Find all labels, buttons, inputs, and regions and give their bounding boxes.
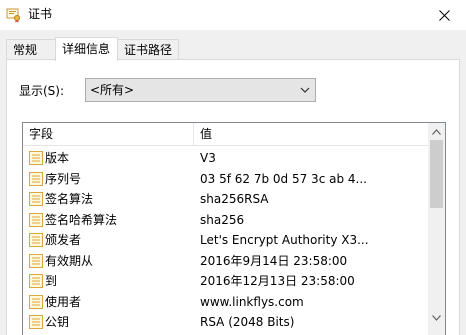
certificate-window: 证书 常规 详细信息 证书路径 显示(S): <所有> 字段 值 版本 V3 序… — [0, 0, 466, 335]
field-name: 版本 — [45, 151, 70, 165]
scroll-up-button[interactable] — [428, 123, 445, 140]
list-item[interactable]: 版本 V3 — [23, 148, 429, 169]
vertical-scrollbar[interactable] — [428, 123, 445, 335]
field-icon — [29, 253, 43, 268]
tab-details[interactable]: 详细信息 — [55, 37, 118, 61]
list-item[interactable]: 序列号 03 5f 62 7b 0d 57 3c ab 4... — [23, 169, 429, 190]
field-value: Let's Encrypt Authority X3... — [200, 233, 369, 247]
tab-general[interactable]: 常规 — [6, 39, 56, 59]
list-item[interactable]: 签名算法 sha256RSA — [23, 189, 429, 210]
certificate-icon — [6, 8, 20, 23]
list-header: 字段 值 — [23, 123, 429, 146]
field-name: 签名算法 — [45, 192, 94, 206]
field-icon — [29, 274, 43, 288]
list-rows: 版本 V3 序列号 03 5f 62 7b 0d 57 3c ab 4... 签… — [23, 148, 429, 333]
details-panel: 显示(S): <所有> 字段 值 版本 V3 序列号 03 5f 62 7b 0… — [6, 59, 460, 335]
show-label: 显示(S): — [19, 84, 65, 98]
field-value: V3 — [200, 151, 216, 165]
close-button[interactable] — [422, 0, 466, 30]
list-item[interactable]: 使用者 www.linkflys.com — [23, 292, 429, 313]
field-name: 签名哈希算法 — [45, 212, 118, 227]
field-name: 颁发者 — [45, 233, 82, 247]
list-item[interactable]: 签名哈希算法 sha256 — [23, 210, 429, 231]
field-value: sha256RSA — [200, 192, 269, 206]
field-value: www.linkflys.com — [200, 294, 304, 309]
list-item[interactable]: 到 2016年12月13日 23:58:00 — [23, 271, 429, 292]
field-name: 到 — [45, 274, 58, 288]
field-icon — [29, 171, 43, 186]
field-name: 序列号 — [45, 171, 82, 186]
close-icon — [438, 9, 450, 21]
tab-certification-path[interactable]: 证书路径 — [117, 39, 179, 59]
field-value: sha256 — [200, 212, 245, 227]
arrow-up-icon — [432, 128, 441, 135]
field-icon — [29, 212, 43, 227]
field-value: RSA (2048 Bits) — [200, 315, 295, 329]
dialog-body: 常规 详细信息 证书路径 显示(S): <所有> 字段 值 版本 V3 序列号 … — [0, 30, 466, 335]
field-icon — [29, 294, 43, 309]
column-header-field[interactable]: 字段 — [23, 123, 194, 145]
field-icon — [29, 151, 43, 165]
list-item[interactable]: 公钥 RSA (2048 Bits) — [23, 312, 429, 333]
field-icon — [29, 233, 43, 247]
scroll-down-button[interactable] — [428, 309, 445, 326]
scrollbar-thumb[interactable] — [430, 140, 443, 208]
list-item[interactable]: 有效期从 2016年9月14日 23:58:00 — [23, 251, 429, 272]
window-title: 证书 — [28, 7, 53, 21]
title-bar: 证书 — [0, 0, 466, 30]
field-icon — [29, 315, 43, 329]
fields-list: 字段 值 版本 V3 序列号 03 5f 62 7b 0d 57 3c ab 4… — [22, 122, 446, 335]
field-name: 有效期从 — [45, 253, 94, 268]
field-value: 2016年9月14日 23:58:00 — [200, 253, 348, 268]
show-dropdown[interactable]: <所有> — [85, 78, 316, 102]
chevron-down-icon — [300, 87, 310, 93]
show-dropdown-value: <所有> — [90, 83, 135, 97]
field-name: 使用者 — [45, 294, 82, 309]
field-name: 公钥 — [45, 315, 70, 329]
arrow-down-icon — [432, 314, 441, 321]
column-header-value[interactable]: 值 — [194, 123, 429, 145]
field-icon — [29, 192, 43, 206]
list-item[interactable]: 颁发者 Let's Encrypt Authority X3... — [23, 230, 429, 251]
field-value: 03 5f 62 7b 0d 57 3c ab 4... — [200, 171, 367, 186]
field-value: 2016年12月13日 23:58:00 — [200, 274, 355, 288]
